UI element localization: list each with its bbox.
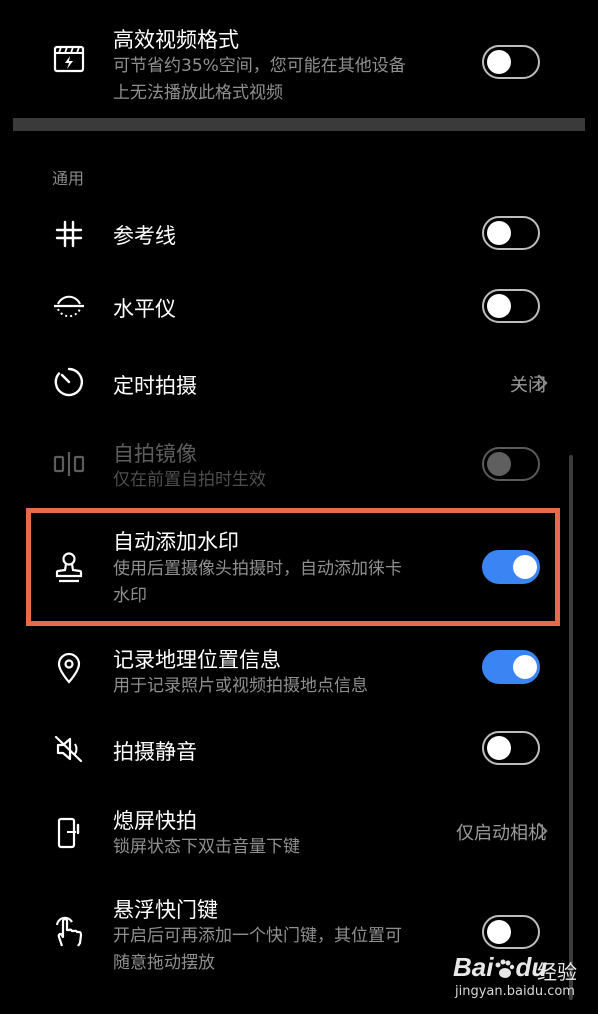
touch-hand-icon	[48, 910, 90, 952]
mirror-subtitle: 仅在前置自拍时生效	[113, 470, 266, 490]
level-title: 水平仪	[113, 297, 176, 321]
mirror-icon	[48, 443, 90, 485]
logo-brand-text: Bai	[453, 952, 494, 982]
video-format-title: 高效视频格式	[113, 28, 239, 52]
setting-timer[interactable]: 定时拍摄 关闭	[0, 348, 598, 416]
setting-mute[interactable]: 拍摄静音	[0, 716, 598, 782]
mute-toggle[interactable]	[482, 731, 540, 765]
snapshot-subtitle: 锁屏状态下双击音量下键	[113, 837, 300, 857]
watermark-toggle[interactable]	[482, 550, 540, 584]
floating-shutter-title: 悬浮快门键	[113, 898, 218, 922]
setting-watermark[interactable]: 自动添加水印 使用后置摄像头拍摄时，自动添加徕卡 水印	[0, 512, 598, 624]
floating-shutter-toggle[interactable]	[482, 915, 540, 949]
timer-title: 定时拍摄	[113, 374, 197, 398]
setting-grid[interactable]: 参考线	[0, 200, 598, 268]
level-toggle[interactable]	[482, 289, 540, 323]
timer-icon	[48, 361, 90, 403]
video-format-toggle[interactable]	[482, 45, 540, 79]
mirror-toggle	[482, 447, 540, 481]
baidu-jingyan-logo: Bai du 经验 jingyan.baidu.com	[453, 948, 583, 1006]
floating-shutter-subtitle-1: 开启后可再添加一个快门键，其位置可	[113, 926, 402, 946]
snapshot-title: 熄屏快拍	[113, 809, 197, 833]
setting-level[interactable]: 水平仪	[0, 272, 598, 340]
location-toggle[interactable]	[482, 650, 540, 684]
video-format-subtitle-1: 可节省约35%空间，您可能在其他设备	[113, 56, 406, 76]
mute-title: 拍摄静音	[113, 740, 197, 764]
scrollbar[interactable]	[569, 455, 573, 1000]
setting-snapshot[interactable]: 熄屏快拍 锁屏状态下双击音量下键 仅启动相机	[0, 795, 598, 875]
setting-video-format[interactable]: 高效视频格式 可节省约35%空间，您可能在其他设备 上无法播放此格式视频	[0, 0, 598, 115]
location-title: 记录地理位置信息	[113, 648, 281, 672]
video-format-icon	[48, 38, 90, 80]
grid-toggle[interactable]	[482, 216, 540, 250]
grid-title: 参考线	[113, 224, 176, 248]
level-icon	[48, 285, 90, 327]
location-subtitle: 用于记录照片或视频拍摄地点信息	[113, 676, 368, 696]
section-label-general: 通用	[52, 169, 85, 188]
speaker-mute-icon	[48, 728, 90, 770]
location-pin-icon	[48, 647, 90, 689]
grid-icon	[48, 213, 90, 255]
paw-icon	[493, 958, 515, 980]
watermark-subtitle-1: 使用后置摄像头拍摄时，自动添加徕卡	[113, 559, 402, 579]
stamp-icon	[48, 546, 90, 588]
floating-shutter-subtitle-2: 随意拖动摆放	[113, 953, 215, 973]
mirror-title: 自拍镜像	[113, 442, 197, 466]
watermark-subtitle-2: 水印	[113, 586, 147, 606]
setting-mirror: 自拍镜像 仅在前置自拍时生效	[0, 425, 598, 505]
section-divider	[13, 118, 585, 131]
logo-url-text: jingyan.baidu.com	[455, 984, 575, 999]
setting-location[interactable]: 记录地理位置信息 用于记录照片或视频拍摄地点信息	[0, 630, 598, 710]
watermark-title: 自动添加水印	[113, 530, 239, 554]
snapshot-icon	[48, 812, 90, 854]
logo-cn-text: 经验	[537, 960, 577, 984]
video-format-subtitle-2: 上无法播放此格式视频	[113, 83, 283, 103]
